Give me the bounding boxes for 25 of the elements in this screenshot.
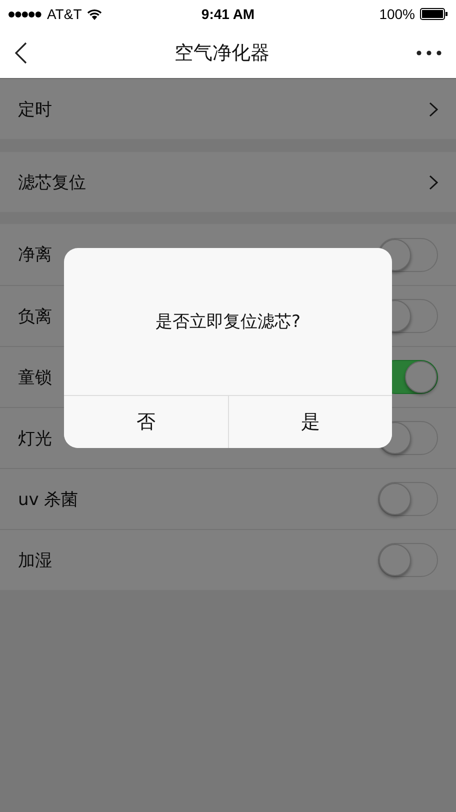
battery-icon (420, 8, 448, 20)
wifi-icon (86, 8, 102, 20)
toggle-switch[interactable] (378, 482, 438, 516)
page-title: 空气净化器 (174, 41, 270, 66)
row-label: 童锁 (18, 366, 52, 388)
chevron-icon (429, 174, 438, 190)
back-button[interactable] (14, 41, 28, 65)
row-label: 滤芯复位 (18, 172, 86, 194)
row-label: 灯光 (18, 428, 52, 450)
carrier-name: AT&T (47, 6, 82, 22)
row-label: uv 杀菌 (18, 488, 78, 510)
row-label: 定时 (18, 98, 52, 120)
more-button[interactable] (416, 50, 442, 56)
row-label: 净离 (18, 244, 52, 266)
signal-icon (8, 10, 42, 18)
toggle-switch[interactable] (378, 543, 438, 577)
dialog-button[interactable]: 是 (228, 396, 392, 448)
dialog-message: 是否立即复位滤芯? (155, 311, 301, 333)
row-label: 加湿 (18, 550, 52, 572)
menu-row[interactable]: 定时 (0, 79, 456, 139)
battery-percent: 100% (379, 6, 416, 22)
row-label: 负离 (18, 306, 52, 328)
menu-row[interactable]: 滤芯复位 (0, 152, 456, 212)
chevron-icon (429, 102, 438, 116)
status-time: 9:41 AM (201, 6, 255, 22)
